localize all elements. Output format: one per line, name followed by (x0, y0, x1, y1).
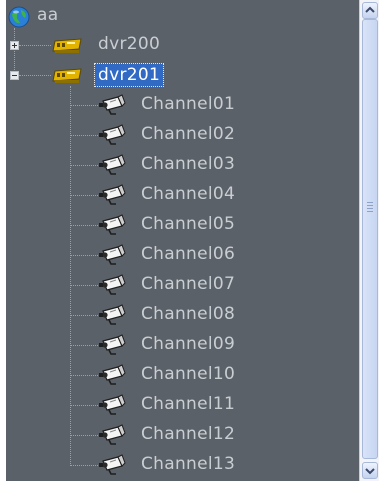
chevron-down-icon (365, 468, 375, 475)
channel-label: Channel01 (141, 94, 236, 114)
channel-label: Channel09 (141, 334, 236, 354)
tree-connector (70, 315, 98, 316)
tree-node-dvr200-label: dvr200 (98, 34, 161, 54)
tree-node-dvr201-label: dvr201 (94, 63, 165, 87)
expand-icon[interactable] (10, 41, 19, 50)
tree-connector (70, 255, 98, 256)
scroll-grip (367, 208, 373, 209)
channel-label: Channel08 (141, 304, 236, 324)
channel-label: Channel02 (141, 124, 236, 144)
tree-connector (70, 465, 98, 466)
channel-label: Channel12 (141, 424, 236, 444)
camera-icon (99, 274, 126, 295)
device-tree[interactable]: aa dvr200 dvr201 Channel01 Channel02 Chann… (6, 0, 360, 481)
tree-connector (70, 345, 98, 346)
dvr-device-icon (52, 38, 82, 53)
channel-label: Channel10 (141, 364, 236, 384)
globe-icon (8, 6, 30, 28)
camera-icon (99, 304, 126, 325)
scroll-thumb[interactable] (362, 19, 378, 459)
tree-node-root-label: aa (37, 5, 59, 25)
tree-connector (70, 105, 98, 106)
channel-label: Channel07 (141, 274, 236, 294)
tree-connector (19, 45, 51, 46)
scroll-grip (367, 202, 373, 203)
camera-icon (99, 214, 126, 235)
channel-label: Channel03 (141, 154, 236, 174)
tree-connector (19, 75, 51, 76)
camera-icon (99, 454, 126, 475)
channel-label: Channel11 (141, 394, 236, 414)
tree-connector (70, 405, 98, 406)
channel-label: Channel06 (141, 244, 236, 264)
tree-connector (70, 86, 71, 464)
tree-connector (70, 195, 98, 196)
tree-connector (70, 135, 98, 136)
tree-connector (70, 435, 98, 436)
chevron-up-icon (365, 6, 375, 13)
camera-icon (99, 424, 126, 445)
tree-connector (70, 285, 98, 286)
scroll-grip (367, 211, 373, 212)
camera-icon (99, 394, 126, 415)
camera-icon (99, 364, 126, 385)
camera-icon (99, 124, 126, 145)
scroll-down-button[interactable] (362, 462, 378, 479)
camera-icon (99, 154, 126, 175)
collapse-icon[interactable] (10, 71, 19, 80)
camera-icon (99, 334, 126, 355)
channel-label: Channel04 (141, 184, 236, 204)
channel-label: Channel13 (141, 454, 236, 474)
tree-connector (70, 375, 98, 376)
vertical-scrollbar[interactable] (359, 0, 379, 481)
camera-icon (99, 184, 126, 205)
tree-connector (70, 165, 98, 166)
channel-label: Channel05 (141, 214, 236, 234)
camera-icon (99, 94, 126, 115)
dvr-device-icon (52, 68, 82, 83)
tree-connector (70, 225, 98, 226)
scroll-grip (367, 205, 373, 206)
scroll-up-button[interactable] (362, 2, 378, 19)
camera-icon (99, 244, 126, 265)
